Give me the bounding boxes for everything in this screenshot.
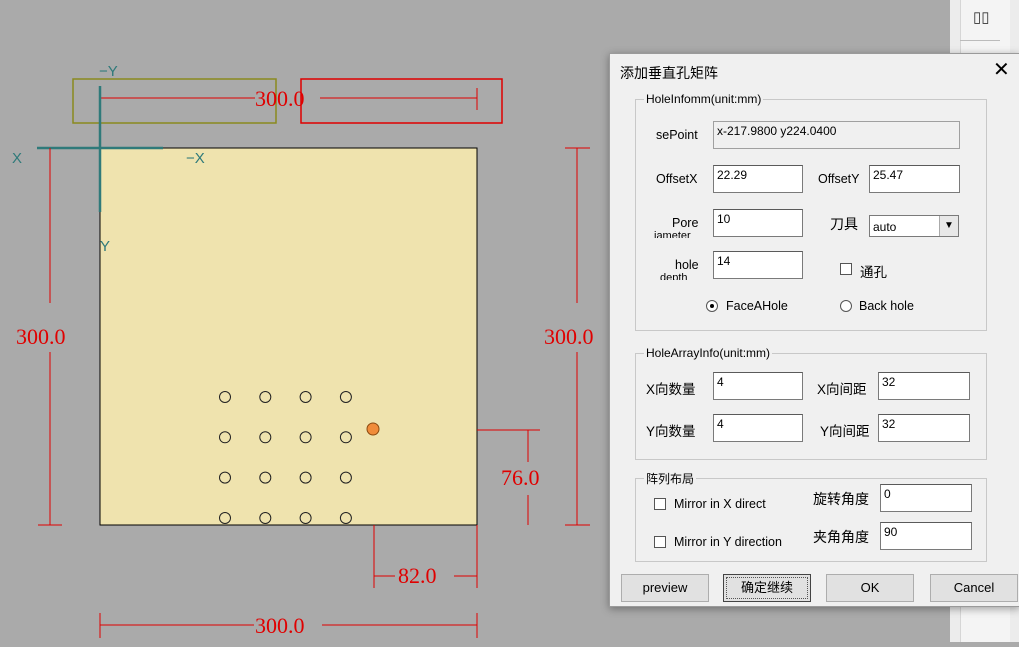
mirror-y-label: Mirror in Y direction xyxy=(674,535,782,549)
hole-depth-label-2: depth xyxy=(660,272,688,280)
cancel-button[interactable]: Cancel xyxy=(930,574,1018,602)
panel-split-icon[interactable]: ▯▯ xyxy=(973,8,990,26)
chevron-down-icon[interactable]: ▼ xyxy=(939,216,958,236)
back-hole-label: Back hole xyxy=(859,299,914,313)
add-hole-array-dialog: 添加垂直孔矩阵 ✕ HoleInfomm(unit:mm) sePoint x-… xyxy=(609,53,1019,607)
y-count-label: Y向数量 xyxy=(646,424,696,439)
offset-x-label: OffsetX xyxy=(656,172,698,186)
included-angle-label: 夹角角度 xyxy=(813,529,869,545)
mirror-y-checkbox[interactable] xyxy=(654,536,666,548)
offset-y-field[interactable]: 25.47 xyxy=(869,165,960,193)
hole-array-info-group: HoleArrayInfo(unit:mm) xyxy=(635,346,987,460)
base-point-label: sePoint xyxy=(656,128,698,142)
neg-x-axis-label: −X xyxy=(186,150,205,167)
x-spacing-field[interactable]: 32 xyxy=(878,372,970,400)
panel-board[interactable] xyxy=(99,147,478,526)
array-layout-legend: 阵列布局 xyxy=(646,472,695,486)
tool-select[interactable]: auto ▼ xyxy=(869,215,959,237)
y-axis-label: Y xyxy=(100,238,110,255)
bottom-dim-label: 300.0 xyxy=(255,613,305,638)
hole-depth-field[interactable]: 14 xyxy=(713,251,803,279)
left-dim-label: 300.0 xyxy=(16,324,66,349)
y-count-field[interactable]: 4 xyxy=(713,414,803,442)
included-angle-field[interactable]: 90 xyxy=(880,522,972,550)
back-hole-radio[interactable] xyxy=(840,300,852,312)
y-spacing-label: Y向间距 xyxy=(820,424,870,439)
face-a-hole-radio[interactable] xyxy=(706,300,718,312)
preview-button[interactable]: preview xyxy=(621,574,709,602)
offset-x-dim-label: 82.0 xyxy=(398,563,437,588)
base-point-field[interactable]: x-217.9800 y224.0400 xyxy=(713,121,960,149)
rotation-angle-label: 旋转角度 xyxy=(813,491,869,507)
hole-depth-label: hole xyxy=(675,258,699,272)
mirror-x-checkbox[interactable] xyxy=(654,498,666,510)
toolbar-divider xyxy=(960,40,1000,41)
tool-label: 刀具 xyxy=(830,216,858,232)
through-hole-label: 通孔 xyxy=(860,265,887,280)
close-icon[interactable]: ✕ xyxy=(993,60,1010,80)
through-hole-checkbox[interactable] xyxy=(840,263,852,275)
radio-selected-dot xyxy=(710,304,714,308)
x-spacing-label: X向间距 xyxy=(817,382,867,397)
pore-diameter-field[interactable]: 10 xyxy=(713,209,803,237)
confirm-continue-button[interactable]: 确定继续 xyxy=(723,574,811,602)
insertion-point-marker[interactable] xyxy=(366,422,380,436)
x-count-field[interactable]: 4 xyxy=(713,372,803,400)
y-spacing-field[interactable]: 32 xyxy=(878,414,970,442)
ok-button[interactable]: OK xyxy=(826,574,914,602)
dialog-title: 添加垂直孔矩阵 xyxy=(620,65,718,81)
rotation-angle-field[interactable]: 0 xyxy=(880,484,972,512)
face-a-hole-label: FaceAHole xyxy=(726,299,788,313)
offset-y-label: OffsetY xyxy=(818,172,860,186)
hole-info-legend: HoleInfomm(unit:mm) xyxy=(646,92,762,106)
hole-array-info-legend: HoleArrayInfo(unit:mm) xyxy=(646,346,771,360)
selection-box-red xyxy=(300,78,503,124)
tool-select-value: auto xyxy=(873,220,897,234)
pore-diameter-label-2: iameter xyxy=(654,230,691,238)
selection-box-olive xyxy=(72,78,277,124)
pore-diameter-label: Pore xyxy=(672,216,699,230)
top-dim-label: 300.0 xyxy=(255,86,305,111)
offset-x-field[interactable]: 22.29 xyxy=(713,165,803,193)
mirror-x-label: Mirror in X direct xyxy=(674,497,766,511)
x-count-label: X向数量 xyxy=(646,382,696,397)
right-dim-label: 300.0 xyxy=(544,324,594,349)
neg-y-axis-label: −Y xyxy=(99,63,118,80)
offset-y-dim-label: 76.0 xyxy=(501,465,540,490)
x-axis-label: X xyxy=(12,150,22,167)
